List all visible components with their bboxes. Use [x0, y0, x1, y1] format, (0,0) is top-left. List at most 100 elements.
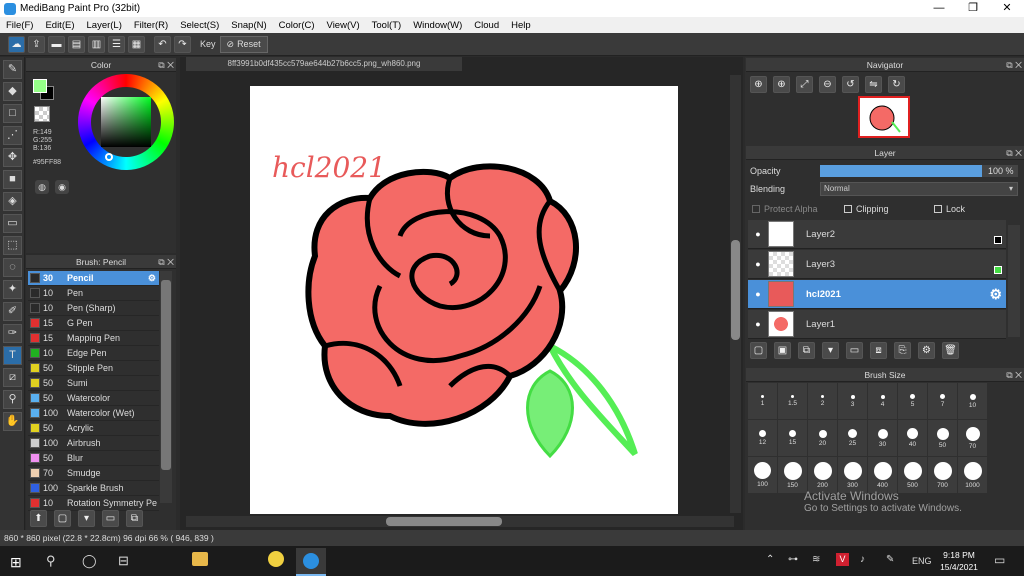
menu-select[interactable]: Select(S) [174, 20, 225, 31]
blending-select[interactable]: Normal ▾ [820, 182, 1018, 196]
magic-wand-tool-icon[interactable]: ✦ [3, 280, 22, 299]
cloud-icon[interactable]: ☁ [8, 35, 25, 53]
clipping-option[interactable]: Clipping [844, 204, 889, 214]
brush-item[interactable]: 10 Rotation Symmetry Pe [28, 496, 159, 511]
brush-size-option[interactable]: 10 [958, 383, 987, 419]
brush-size-option[interactable]: 700 [928, 457, 957, 493]
brush-size-option[interactable]: 7 [928, 383, 957, 419]
panel-close-icon[interactable]: ⧉ ✕ [1006, 368, 1022, 382]
panel-close-icon[interactable]: ⧉ ✕ [1006, 58, 1022, 72]
menu-help[interactable]: Help [505, 20, 537, 31]
menu-edit[interactable]: Edit(E) [39, 20, 80, 31]
protect-alpha-option[interactable]: Protect Alpha [752, 204, 818, 214]
menu-tool[interactable]: Tool(T) [366, 20, 408, 31]
canvas-vertical-scroll-thumb[interactable] [731, 240, 740, 340]
select-pen-tool-icon[interactable]: ✐ [3, 302, 22, 321]
canvas-horizontal-scroll-thumb[interactable] [386, 517, 502, 526]
volume-icon[interactable]: ♪ [860, 554, 865, 565]
document-icon[interactable]: ▤ [68, 35, 85, 53]
zoom-in-2-icon[interactable]: ⊕ [773, 76, 790, 93]
document-tab[interactable]: 8ff3991b0df435cc579ae644b27b6cc5.png_wh8… [186, 57, 462, 71]
gear-icon[interactable]: ⚙ [148, 273, 156, 284]
brush-item[interactable]: 10 Pen (Sharp) [28, 301, 159, 316]
menu-cloud[interactable]: Cloud [468, 20, 505, 31]
brush-size-option[interactable]: 300 [838, 457, 867, 493]
select-rect-tool-icon[interactable]: ⬚ [3, 236, 22, 255]
notification-icon[interactable]: ▭ [994, 553, 1005, 567]
file-explorer-icon[interactable] [192, 552, 208, 566]
transparent-color-swatch[interactable] [34, 106, 50, 122]
grid-icon[interactable]: ▦ [128, 35, 145, 53]
comment-icon[interactable]: ▬ [48, 35, 65, 53]
duplicate-layer-icon[interactable]: ⧉ [798, 342, 815, 359]
copy-layer-icon[interactable]: ⎘ [894, 342, 911, 359]
wifi-icon[interactable]: ≋ [812, 554, 820, 565]
saturation-square[interactable] [101, 97, 151, 147]
brush-size-option[interactable]: 1000 [958, 457, 987, 493]
brush-size-option[interactable]: 200 [808, 457, 837, 493]
paint-app-icon[interactable] [268, 551, 284, 567]
divide-tool-icon[interactable]: ⧄ [3, 368, 22, 387]
brush-list-scroll-thumb[interactable] [161, 280, 171, 470]
brush-size-option[interactable]: 25 [838, 420, 867, 456]
rotate-right-icon[interactable]: ↻ [888, 76, 905, 93]
brush-item[interactable]: 50 Acrylic [28, 421, 159, 436]
minimize-button[interactable]: — [922, 0, 956, 17]
layer-list-scrollbar[interactable] [1008, 225, 1020, 337]
list-icon[interactable]: ☰ [108, 35, 125, 53]
brush-size-option[interactable]: 1.5 [778, 383, 807, 419]
delete-layer-icon[interactable]: 🗑 [942, 342, 959, 359]
search-icon[interactable]: ⚲ [46, 553, 56, 569]
menu-layer[interactable]: Layer(L) [81, 20, 128, 31]
new-brush-icon[interactable]: ▢ [54, 510, 71, 527]
page-icon[interactable]: ▥ [88, 35, 105, 53]
visibility-icon[interactable]: ● [748, 319, 768, 329]
clock[interactable]: 9:18 PM 15/4/2021 [930, 549, 988, 573]
menu-file[interactable]: File(F) [0, 20, 39, 31]
zoom-out-icon[interactable]: ⊖ [819, 76, 836, 93]
folder-icon[interactable]: ▭ [846, 342, 863, 359]
layer-settings-icon[interactable]: ⚙ [918, 342, 935, 359]
zoom-in-icon[interactable]: ⊕ [750, 76, 767, 93]
brush-item[interactable]: 100 Watercolor (Wet) [28, 406, 159, 421]
menu-color[interactable]: Color(C) [273, 20, 321, 31]
panel-close-icon[interactable]: ⧉ ✕ [158, 58, 174, 72]
fit-icon[interactable]: ⤢ [796, 76, 813, 93]
folder-icon[interactable]: ▭ [102, 510, 119, 527]
redo-icon[interactable]: ↷ [174, 35, 191, 53]
brush-item[interactable]: 50 Stipple Pen [28, 361, 159, 376]
layer-row[interactable]: ● Layer2 [748, 220, 1006, 249]
brush-item[interactable]: 50 Watercolor [28, 391, 159, 406]
eyedropper-tool-icon[interactable]: ⚲ [3, 390, 22, 409]
network-icon[interactable]: ⊶ [788, 554, 798, 565]
brush-size-option[interactable]: 500 [898, 457, 927, 493]
brush-tool-icon[interactable]: ✎ [3, 60, 22, 79]
new-raster-layer-icon[interactable]: ▣ [774, 342, 791, 359]
medibang-taskbar-button[interactable] [296, 548, 326, 576]
brush-size-option[interactable]: 20 [808, 420, 837, 456]
brush-item[interactable]: 50 Sumi [28, 376, 159, 391]
brush-size-option[interactable]: 5 [898, 383, 927, 419]
add-layer-menu-icon[interactable]: ▾ [822, 342, 839, 359]
brush-item[interactable]: 100 Sparkle Brush [28, 481, 159, 496]
brush-size-option[interactable]: 2 [808, 383, 837, 419]
visibility-icon[interactable]: ● [748, 289, 768, 299]
brush-size-option[interactable]: 70 [958, 420, 987, 456]
gear-icon[interactable]: ⚙ [989, 286, 1002, 303]
protect-alpha-checkbox[interactable] [752, 205, 760, 213]
tray-chevron-icon[interactable]: ⌃ [766, 554, 774, 565]
antivirus-icon[interactable]: V [836, 553, 849, 566]
navigator-thumbnail[interactable] [858, 96, 910, 138]
duplicate-icon[interactable]: ⧉ [126, 510, 143, 527]
new-layer-icon[interactable]: ▢ [750, 342, 767, 359]
lock-checkbox[interactable] [934, 205, 942, 213]
brush-size-option[interactable]: 150 [778, 457, 807, 493]
restore-button[interactable]: ❐ [956, 0, 990, 17]
panel-close-icon[interactable]: ⧉ ✕ [1006, 146, 1022, 160]
brush-size-option[interactable]: 50 [928, 420, 957, 456]
brush-item[interactable]: 100 Airbrush [28, 436, 159, 451]
merge-icon[interactable]: ⧈ [870, 342, 887, 359]
pen-tray-icon[interactable]: ✎ [886, 554, 894, 565]
undo-icon[interactable]: ↶ [154, 35, 171, 53]
brush-size-option[interactable]: 12 [748, 420, 777, 456]
